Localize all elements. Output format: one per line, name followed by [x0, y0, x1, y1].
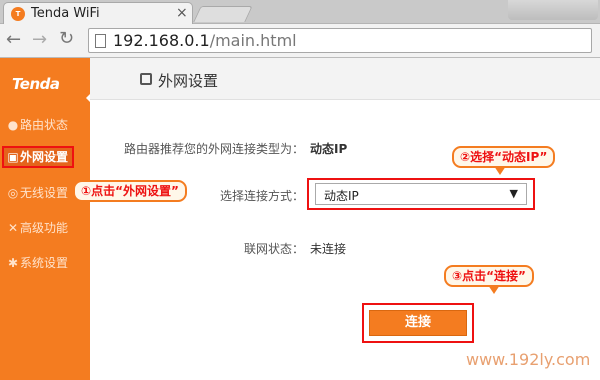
sidebar: Tenda ● 路由状态 ▣外网设置 ◎ 无线设置 ✕ 高级功能 ✱ 系统设置	[0, 58, 90, 380]
sidebar-item-advanced[interactable]: ✕ 高级功能	[6, 219, 68, 236]
gear-icon: ✱	[7, 256, 19, 270]
callout-step-1: ①点击“外网设置”	[66, 180, 187, 202]
window-controls[interactable]	[508, 0, 598, 20]
url-path: /main.html	[209, 31, 297, 50]
tenda-favicon-icon: T	[11, 7, 25, 21]
callout-pointer	[66, 186, 75, 198]
callout-text: ②选择“动态IP”	[460, 150, 548, 164]
dropdown-arrow-icon: ▼	[509, 187, 518, 200]
sidebar-item-label: 外网设置	[20, 150, 69, 164]
sidebar-item-system[interactable]: ✱ 系统设置	[6, 254, 68, 271]
url-text: 192.168.0.1/main.html	[113, 31, 297, 50]
sidebar-item-wan-settings[interactable]: ▣外网设置	[2, 146, 74, 168]
connection-method-label: 选择连接方式：	[220, 189, 305, 203]
watermark: www.192ly.com	[466, 350, 591, 369]
main-content: 外网设置 路由器推荐您的外网连接类型为： 动态IP 选择连接方式： 动态IP ▼…	[90, 58, 600, 380]
tab-close-icon[interactable]: ×	[176, 5, 188, 21]
callout-pointer	[488, 285, 500, 294]
recommend-label: 路由器推荐您的外网连接类型为：	[124, 142, 305, 156]
callout-pointer	[494, 166, 506, 175]
tab-title: Tenda WiFi	[31, 6, 100, 21]
callout-step-2: ②选择“动态IP”	[452, 146, 556, 175]
new-tab-button[interactable]	[193, 6, 253, 22]
back-arrow-icon[interactable]: ←	[6, 29, 21, 50]
recommend-value: 动态IP	[310, 142, 348, 156]
callout-text: ①点击“外网设置”	[81, 184, 179, 198]
sidebar-item-label: 无线设置	[20, 186, 69, 200]
browser-tab[interactable]: T Tenda WiFi ×	[3, 2, 193, 24]
browser-tab-strip: T Tenda WiFi ×	[0, 0, 600, 24]
sidebar-item-label: 路由状态	[20, 118, 69, 132]
page-icon	[95, 34, 106, 48]
connection-status-value: 未连接	[310, 242, 347, 256]
connect-button[interactable]: 连接	[369, 310, 467, 336]
callout-step-3: ③点击“连接”	[444, 265, 534, 294]
page-title: 外网设置	[158, 72, 219, 90]
wan-icon: ▣	[7, 150, 19, 164]
page-header: 外网设置	[90, 58, 600, 100]
connection-method-highlight: 动态IP ▼	[307, 178, 535, 210]
address-bar[interactable]: 192.168.0.1/main.html	[88, 28, 592, 53]
sidebar-item-router-status[interactable]: ● 路由状态	[6, 116, 68, 133]
connection-method-value: 动态IP	[324, 189, 359, 203]
sidebar-item-wireless[interactable]: ◎ 无线设置	[6, 184, 68, 201]
connect-button-highlight: 连接	[362, 303, 474, 343]
forward-arrow-icon[interactable]: →	[32, 29, 47, 50]
reload-icon[interactable]: ↻	[59, 28, 74, 49]
url-host: 192.168.0.1	[113, 31, 210, 50]
callout-text: ③点击“连接”	[452, 269, 526, 283]
tenda-logo: Tenda	[12, 75, 60, 93]
tools-icon: ✕	[7, 221, 19, 235]
sidebar-item-label: 高级功能	[20, 221, 69, 235]
wireless-icon: ◎	[7, 186, 19, 200]
browser-toolbar: ← → ↻ 192.168.0.1/main.html	[0, 24, 600, 58]
connection-method-select[interactable]: 动态IP ▼	[315, 183, 527, 205]
wan-settings-icon	[140, 73, 152, 85]
sidebar-item-label: 系统设置	[20, 256, 69, 270]
status-dot-icon: ●	[7, 118, 19, 132]
connection-status-label: 联网状态：	[244, 242, 305, 256]
